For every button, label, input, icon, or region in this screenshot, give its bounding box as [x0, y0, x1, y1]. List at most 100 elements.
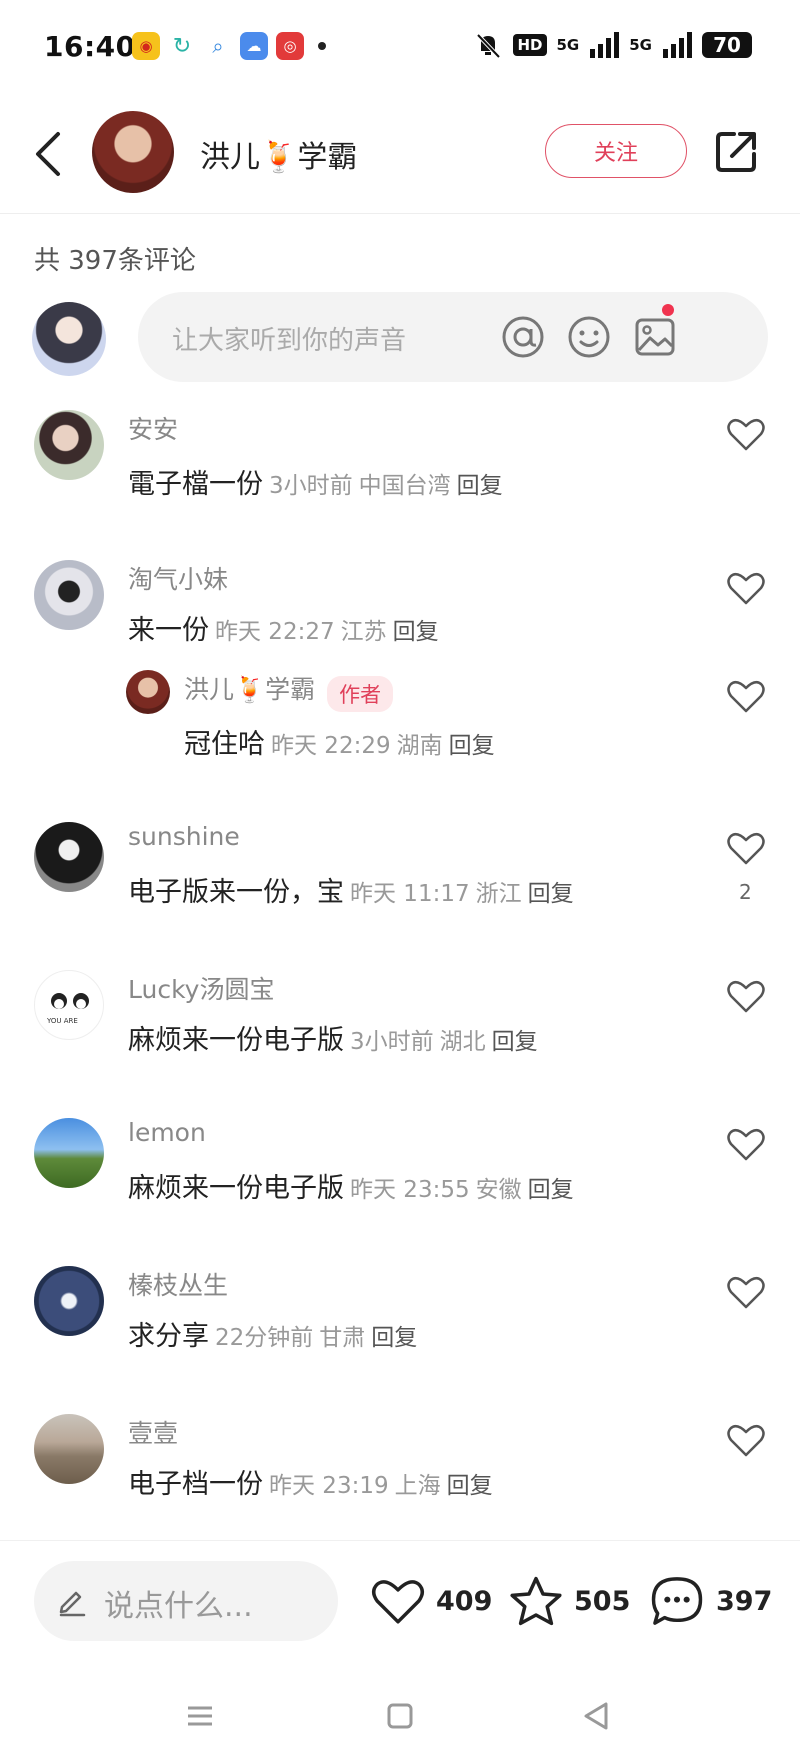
commenter-name[interactable]: sunshine — [128, 822, 240, 851]
comment-time: 3小时前 — [269, 473, 353, 499]
battery-icon: 70 — [702, 32, 752, 58]
comment-text: 电子档一份 — [128, 1469, 263, 1500]
author-name[interactable]: 洪儿🍹学霸 — [200, 132, 357, 176]
comment-text: 麻烦来一份电子版 — [128, 1025, 344, 1056]
say-something-input[interactable]: 说点什么... — [34, 1561, 338, 1641]
commenter-avatar[interactable] — [34, 1118, 104, 1188]
like-icon[interactable] — [726, 570, 766, 606]
follow-button[interactable]: 关注 — [545, 124, 687, 178]
signal-icon-2 — [663, 32, 692, 58]
cartoon-couple-icon: YOU ARE — [46, 993, 89, 1025]
music-icon: ◎ — [276, 32, 304, 60]
comment-time: 昨天 22:27 — [215, 619, 335, 645]
comment-body: 麻烦来一份电子版 3小时前 湖北 回复 — [128, 1018, 538, 1057]
notification-icons: ◉ ↻ ⌕ ☁ ◎ — [132, 32, 326, 60]
commenter-avatar[interactable] — [34, 822, 104, 892]
commenter-name[interactable]: Lucky汤圆宝 — [128, 970, 274, 1006]
reply-button[interactable]: 回复 — [449, 733, 495, 759]
commenter-name[interactable]: lemon — [128, 1118, 206, 1147]
comment-text: 電子檔一份 — [128, 469, 263, 500]
network-label-1: 5G — [556, 36, 580, 54]
reply-button[interactable]: 回复 — [447, 1473, 493, 1499]
like-icon[interactable] — [726, 1422, 766, 1458]
like-icon[interactable] — [726, 1126, 766, 1162]
commenter-name[interactable]: 榛枝丛生 — [128, 1266, 228, 1302]
comment-body: 麻烦来一份电子版 昨天 23:55 安徽 回复 — [128, 1166, 574, 1205]
mute-bell-icon — [477, 33, 501, 59]
reply-button[interactable]: 回复 — [528, 881, 574, 907]
pencil-icon — [59, 1591, 86, 1617]
comment-location: 安徽 — [475, 1177, 522, 1203]
reply-button[interactable]: 回复 — [492, 1029, 538, 1055]
comment-location: 中国台湾 — [358, 473, 451, 499]
comment-text: 求分享 — [128, 1321, 209, 1352]
comment-stat[interactable]: 397 — [648, 1563, 772, 1639]
emoji-icon[interactable] — [566, 314, 612, 360]
author-avatar[interactable] — [92, 111, 174, 193]
comment-location: 江苏 — [340, 619, 387, 645]
comment-time: 22分钟前 — [215, 1325, 314, 1351]
signal-icon — [590, 32, 620, 58]
like-icon[interactable] — [726, 1274, 766, 1310]
reply-button[interactable]: 回复 — [528, 1177, 574, 1203]
sub-reply-avatar[interactable] — [126, 670, 170, 714]
cloud-icon: ☁ — [240, 32, 268, 60]
reply-button[interactable]: 回复 — [371, 1325, 417, 1351]
author-tag: 作者 — [327, 675, 394, 712]
home-icon[interactable] — [380, 1696, 420, 1736]
sub-reply-author-name[interactable]: 洪儿🍹学霸 — [184, 675, 315, 704]
like-count-total: 409 — [436, 1585, 493, 1617]
comment-input[interactable]: 让大家听到你的声音 — [138, 292, 768, 382]
comment-location: 浙江 — [475, 881, 522, 907]
star-count-total: 505 — [574, 1585, 631, 1617]
comment-body: 电子版来一份，宝 昨天 11:17 浙江 回复 — [128, 870, 574, 909]
comment-input-placeholder: 让大家听到你的声音 — [172, 326, 407, 356]
my-avatar — [32, 302, 106, 376]
status-bar: 16:40 ◉ ↻ ⌕ ☁ ◎ HD 5G 5G 70 — [0, 0, 800, 96]
bottom-action-bar: 说点什么... 409 505 397 — [0, 1540, 800, 1660]
comment-location: 甘肃 — [319, 1325, 366, 1351]
sub-reply-time: 昨天 22:29 — [271, 733, 391, 759]
back-button[interactable] — [28, 128, 68, 180]
more-dot-icon — [318, 42, 326, 50]
commenter-avatar[interactable] — [34, 560, 104, 630]
comment-time: 昨天 11:17 — [350, 881, 470, 907]
like-count: 2 — [739, 880, 752, 904]
system-nav-bar — [0, 1680, 800, 1760]
say-something-placeholder: 说点什么... — [104, 1589, 253, 1624]
menu-icon[interactable] — [180, 1696, 220, 1736]
like-icon[interactable] — [726, 830, 766, 866]
sub-reply-body: 冠住哈 昨天 22:29 湖南 回复 — [184, 722, 495, 761]
comment-text: 麻烦来一份电子版 — [128, 1173, 344, 1204]
commenter-avatar[interactable] — [34, 1414, 104, 1484]
commenter-avatar[interactable] — [34, 410, 104, 480]
commenter-avatar[interactable] — [34, 1266, 104, 1336]
reply-button[interactable]: 回复 — [457, 473, 503, 499]
commenter-name[interactable]: 壹壹 — [128, 1414, 178, 1450]
image-icon[interactable] — [632, 314, 678, 360]
comment-body: 電子檔一份 3小时前 中国台湾 回复 — [128, 462, 503, 501]
like-stat[interactable]: 409 — [370, 1563, 492, 1639]
svg-text:YOU ARE: YOU ARE — [46, 1017, 78, 1025]
mention-icon[interactable] — [500, 314, 546, 360]
sub-reply-text: 冠住哈 — [184, 729, 265, 760]
commenter-name[interactable]: 安安 — [128, 410, 178, 446]
commenter-name[interactable]: 淘气小妹 — [128, 560, 228, 596]
star-stat[interactable]: 505 — [508, 1563, 630, 1639]
reply-button[interactable]: 回复 — [393, 619, 439, 645]
comment-body: 电子档一份 昨天 23:19 上海 回复 — [128, 1462, 493, 1501]
comment-text: 来一份 — [128, 615, 209, 646]
sync-icon: ↻ — [168, 32, 196, 60]
network-label-2: 5G — [629, 36, 652, 54]
comment-text: 电子版来一份，宝 — [128, 877, 344, 908]
hd-badge: HD — [513, 34, 547, 56]
share-button[interactable] — [712, 128, 760, 176]
commenter-avatar[interactable]: YOU ARE — [34, 970, 104, 1040]
comment-time: 3小时前 — [350, 1029, 434, 1055]
comment-location: 上海 — [394, 1473, 441, 1499]
back-nav-icon[interactable] — [576, 1696, 616, 1736]
like-icon[interactable] — [726, 416, 766, 452]
like-icon[interactable] — [726, 678, 766, 714]
like-icon[interactable] — [726, 978, 766, 1014]
comment-location: 湖北 — [439, 1029, 486, 1055]
